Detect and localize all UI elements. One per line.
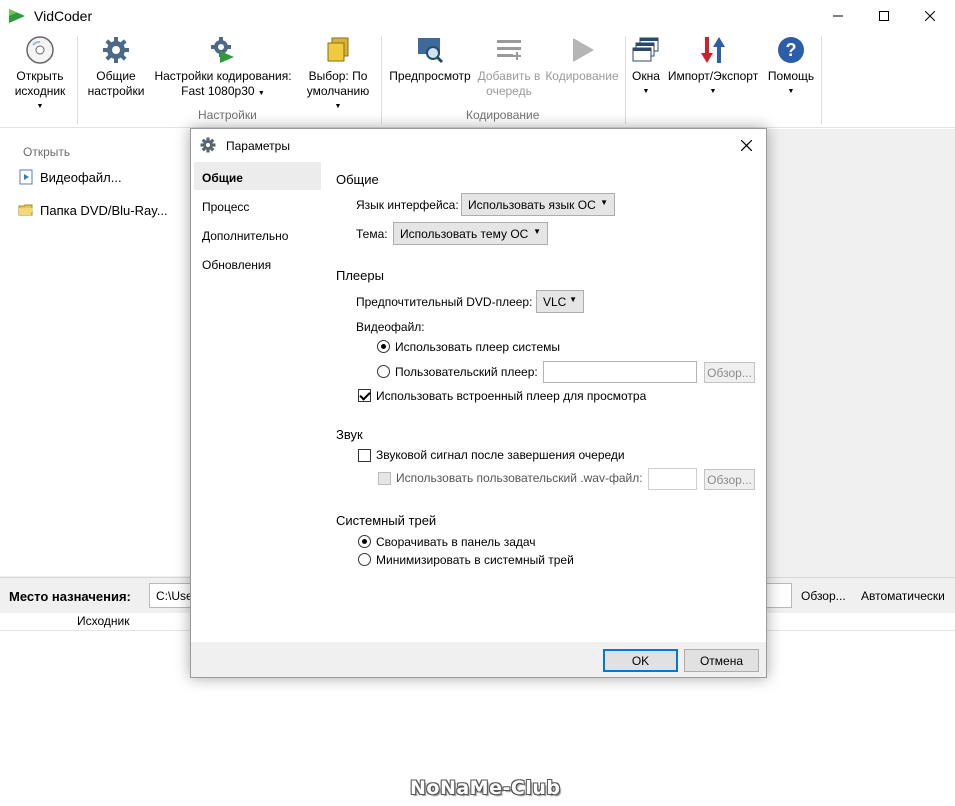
encoding-settings-button[interactable]: Настройки кодирования: Fast 1080p30 ▼ [152,34,294,101]
queue-beep-checkbox[interactable] [358,449,371,462]
source-panel: Открыть Видеофайл... Папка DVD/Blu-Ray..… [0,129,190,576]
encode-button[interactable]: Кодирование [544,34,620,84]
preview-button[interactable]: Предпросмотр [386,34,474,84]
custom-player-path-input[interactable] [543,361,697,383]
chevron-down-icon: ▼ [569,295,577,304]
settings-content: Общие Язык интерфейса: Использовать язык… [322,161,766,642]
custom-wav-browse-button[interactable]: Обзор... [704,469,755,490]
settings-group-label: Настройки [198,108,257,122]
minimize-taskbar-label: Сворачивать в панель задач [376,535,536,549]
vidcoder-logo-icon [9,9,25,23]
help-button[interactable]: ? Помощь ▼ [764,34,818,99]
queue-beep-label: Звуковой сигнал после завершения очереди [376,448,625,462]
minimize-button[interactable] [815,0,861,32]
language-select[interactable]: Использовать язык ОС ▼ [461,193,615,216]
theme-select[interactable]: Использовать тему ОС ▼ [393,222,548,245]
close-icon [740,139,752,151]
preview-icon [418,38,444,64]
import-export-icon [701,37,725,63]
nav-advanced[interactable]: Дополнительно [194,220,321,248]
minimize-icon [833,15,843,17]
column-source-header[interactable]: Исходник [77,614,129,628]
pick-default-button[interactable]: Выбор: По умолчанию ▼ [298,34,378,114]
custom-wav-label: Использовать пользовательский .wav-файл: [396,471,643,485]
add-to-queue-button[interactable]: Добавить в очередь [476,34,542,99]
dvd-player-label: Предпочтительный DVD-плеер: [356,295,533,309]
help-icon: ? [778,37,804,63]
system-player-radio[interactable] [377,340,390,353]
video-file-icon [19,169,33,185]
dialog-footer: OK Отмена [191,642,766,677]
settings-gear-icon [200,137,216,153]
settings-nav: Общие Процесс Дополнительно Обновления [191,161,322,642]
destination-auto-button[interactable]: Автоматически [861,589,945,603]
builtin-player-checkbox[interactable] [358,389,371,402]
dialog-title-bar: Параметры [191,129,766,161]
video-file-label: Видеофайл: [356,320,425,334]
custom-player-radio[interactable] [377,365,390,378]
custom-wav-checkbox[interactable] [378,472,391,485]
folder-icon [18,204,33,216]
minimize-tray-radio[interactable] [358,553,371,566]
watermark: NoNaMe-Club [410,777,561,799]
encoding-gear-icon [211,37,234,63]
general-settings-button[interactable]: Общие настройки [84,34,148,99]
dvd-player-select[interactable]: VLC ▼ [536,290,584,313]
nav-general[interactable]: Общие [194,162,321,190]
windows-button[interactable]: Окна ▼ [630,34,662,99]
encoding-group-label: Кодирование [466,108,540,122]
svg-text:?: ? [786,40,797,60]
close-window-button[interactable] [907,0,953,32]
cancel-button[interactable]: Отмена [684,649,759,672]
chevron-down-icon: ▼ [600,198,608,207]
ok-button[interactable]: OK [603,649,678,672]
open-video-file-link[interactable]: Видеофайл... [18,169,122,185]
custom-wav-path-input[interactable] [648,468,697,490]
section-players: Плееры [336,268,384,283]
chevron-down-icon: ▼ [533,227,541,236]
maximize-button[interactable] [861,0,907,32]
system-player-label: Использовать плеер системы [395,340,561,354]
destination-browse-button[interactable]: Обзор... [801,589,846,603]
folder-pick-icon [327,37,349,62]
minimize-tray-label: Минимизировать в системный трей [376,553,574,567]
builtin-player-label: Использовать встроенный плеер для просмо… [376,389,647,403]
destination-label: Место назначения: [9,589,131,604]
window-title: VidCoder [34,8,93,24]
theme-label: Тема: [356,227,388,241]
gear-icon [103,37,129,63]
language-label: Язык интерфейса: [356,198,459,212]
play-icon [573,38,594,62]
import-export-button[interactable]: Импорт/Экспорт ▼ [664,34,762,99]
minimize-taskbar-radio[interactable] [358,535,371,548]
title-bar: VidCoder [0,0,955,32]
dialog-title: Параметры [226,139,290,153]
maximize-icon [879,11,889,21]
section-tray: Системный трей [336,513,437,528]
ribbon-toolbar: Открыть исходник ▼ Общие настройки Настро… [0,32,955,128]
settings-dialog: Параметры Общие Процесс Дополнительно Об… [190,128,767,678]
nav-process[interactable]: Процесс [194,191,321,219]
nav-updates[interactable]: Обновления [194,249,321,277]
disc-icon [26,36,54,64]
queue-list-icon [497,40,521,60]
open-source-button[interactable]: Открыть исходник ▼ [8,34,72,114]
custom-player-label: Пользовательский плеер: [395,365,538,379]
open-dvd-folder-link[interactable]: Папка DVD/Blu-Ray... [18,202,168,218]
open-heading: Открыть [23,145,71,159]
custom-player-browse-button[interactable]: Обзор... [704,362,755,383]
windows-stack-icon [632,37,659,62]
close-icon [925,11,935,21]
section-sound: Звук [336,427,363,442]
dialog-close-button[interactable] [734,134,758,156]
section-general: Общие [336,172,379,187]
